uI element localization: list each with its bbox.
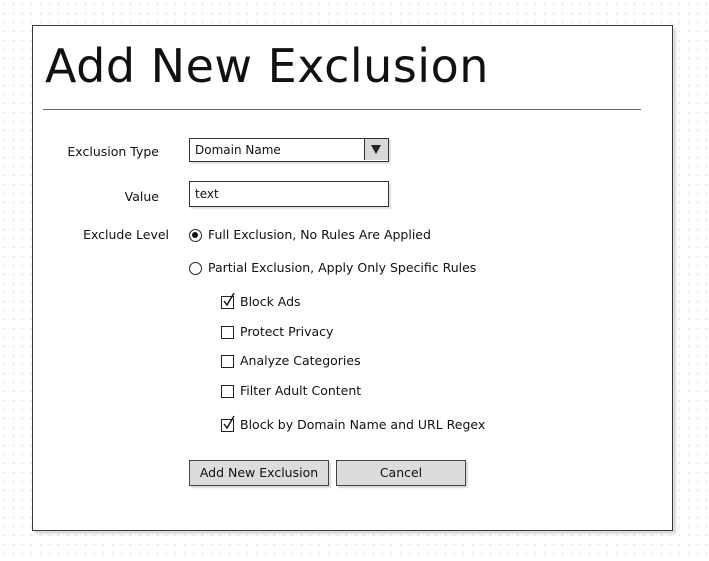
exclusion-type-label: Exclusion Type <box>67 144 159 159</box>
radio-partial-exclusion-button[interactable] <box>189 261 202 275</box>
checkbox-row-block-ads[interactable]: Block Ads <box>221 292 301 310</box>
checkbox-block-domain-regex-label: Block by Domain Name and URL Regex <box>240 417 486 432</box>
add-exclusion-dialog: Add New Exclusion Exclusion Type Domain … <box>32 25 673 531</box>
checkbox-protect-privacy[interactable] <box>221 325 234 339</box>
checkbox-row-filter-adult-content[interactable]: Filter Adult Content <box>221 383 361 399</box>
radio-partial-exclusion[interactable]: Partial Exclusion, Apply Only Specific R… <box>189 260 476 276</box>
checkbox-block-domain-regex[interactable] <box>221 415 235 432</box>
triangle-down-icon <box>371 145 381 154</box>
radio-full-exclusion[interactable]: Full Exclusion, No Rules Are Applied <box>189 227 431 243</box>
checkbox-filter-adult-content-label: Filter Adult Content <box>240 383 362 398</box>
radio-full-exclusion-button[interactable] <box>189 228 202 242</box>
radio-partial-exclusion-label: Partial Exclusion, Apply Only Specific R… <box>208 260 477 275</box>
check-mark-icon <box>223 415 235 429</box>
dialog-title: Add New Exclusion <box>45 39 489 93</box>
checkbox-analyze-categories-label: Analyze Categories <box>240 353 361 368</box>
checkbox-analyze-categories[interactable] <box>221 354 234 368</box>
exclude-level-label: Exclude Level <box>83 227 169 242</box>
checkbox-row-protect-privacy[interactable]: Protect Privacy <box>221 324 333 340</box>
checkbox-protect-privacy-label: Protect Privacy <box>240 324 334 339</box>
checkbox-block-ads-label: Block Ads <box>240 294 301 309</box>
checkbox-block-ads[interactable] <box>221 292 235 309</box>
title-divider <box>43 109 641 110</box>
dropdown-button[interactable] <box>364 139 388 160</box>
checkbox-row-analyze-categories[interactable]: Analyze Categories <box>221 353 361 369</box>
exclusion-type-select[interactable]: Domain Name <box>189 138 389 162</box>
radio-full-exclusion-label: Full Exclusion, No Rules Are Applied <box>208 227 431 242</box>
value-input[interactable] <box>189 181 389 207</box>
value-label: Value <box>124 189 159 204</box>
cancel-button[interactable]: Cancel <box>336 460 466 486</box>
checkbox-filter-adult-content[interactable] <box>221 384 234 398</box>
checkbox-row-block-domain-regex[interactable]: Block by Domain Name and URL Regex <box>221 415 486 433</box>
add-new-exclusion-button[interactable]: Add New Exclusion <box>189 460 329 486</box>
check-mark-icon <box>223 292 235 306</box>
exclusion-type-selected-value: Domain Name <box>195 143 281 157</box>
